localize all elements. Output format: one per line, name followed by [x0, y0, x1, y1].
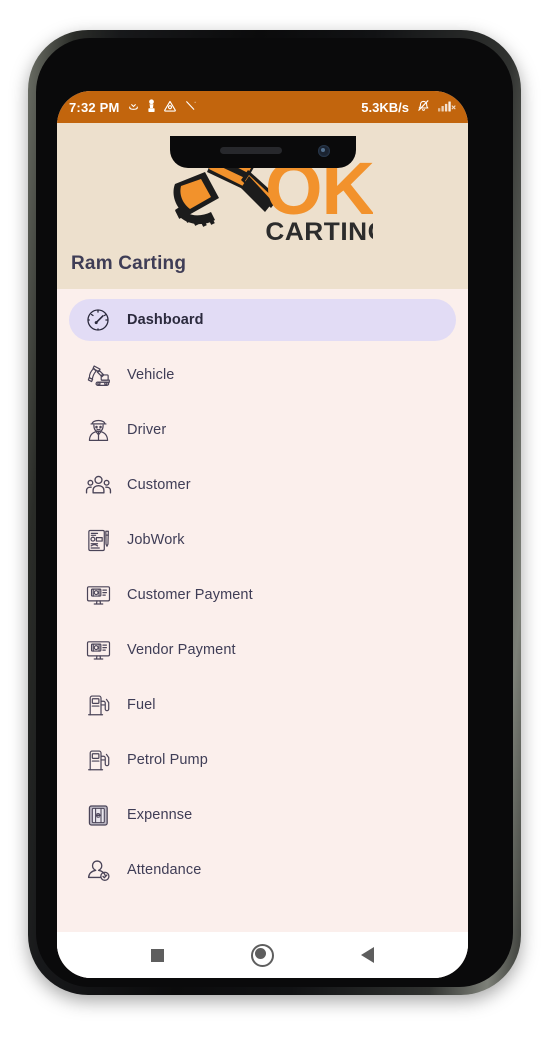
sidebar-item-driver[interactable]: Driver: [69, 409, 456, 451]
sidebar-item-label: Fuel: [127, 697, 156, 713]
clipboard-pen-icon: [83, 525, 113, 555]
fuel-pump-icon: [83, 690, 113, 720]
sidebar-item-vehicle[interactable]: Vehicle: [69, 354, 456, 396]
driver-person-icon: [83, 415, 113, 445]
status-bar-left: 7:32 PM: [69, 98, 197, 116]
sidebar-item-label: Vehicle: [127, 367, 175, 383]
download-icon: [127, 99, 140, 115]
status-bar-right: 5.3KB/s: [361, 98, 456, 116]
sidebar-item-label: Customer: [127, 477, 191, 493]
earpiece-speaker: [219, 147, 282, 154]
android-nav-bar: [57, 932, 468, 978]
sidebar-item-dashboard[interactable]: Dashboard: [69, 299, 456, 341]
sidebar-item-expennse[interactable]: Expennse: [69, 794, 456, 836]
sidebar-item-vendor-payment[interactable]: Vendor Payment: [69, 629, 456, 671]
people-group-icon: [83, 470, 113, 500]
front-camera: [317, 145, 330, 157]
sidebar-item-label: Expennse: [127, 807, 193, 823]
triangle-app-icon: [163, 99, 177, 116]
sidebar-item-jobwork[interactable]: JobWork: [69, 519, 456, 561]
status-bar: 7:32 PM 5.3KB/s: [57, 91, 468, 123]
svg-text:CARTING: CARTING: [265, 219, 373, 246]
network-speed: 5.3KB/s: [361, 99, 409, 115]
home-circle-icon[interactable]: [250, 942, 276, 968]
sidebar-item-label: JobWork: [127, 532, 185, 548]
monitor-money-icon: [83, 580, 113, 610]
phone-bezel: 7:32 PM 5.3KB/s OK CARTIN Ram Carting Da…: [36, 38, 513, 987]
sidebar-item-label: Vendor Payment: [127, 642, 236, 658]
sidebar-item-fuel[interactable]: Fuel: [69, 684, 456, 726]
fuel-pump-icon: [83, 745, 113, 775]
phone-screen: 7:32 PM 5.3KB/s OK CARTIN Ram Carting Da…: [57, 91, 468, 978]
sidebar-item-label: Driver: [127, 422, 167, 438]
brand-title: Ram Carting: [71, 253, 187, 274]
phone-frame: 7:32 PM 5.3KB/s OK CARTIN Ram Carting Da…: [28, 30, 521, 995]
monitor-money-icon: [83, 635, 113, 665]
mute-bell-icon: [416, 98, 431, 116]
sidebar-menu: Dashboard Vehicle Driver Customer JobWor…: [57, 289, 468, 978]
back-triangle-icon[interactable]: [355, 942, 381, 968]
phone-notch: [169, 136, 356, 168]
slash-icon: [184, 99, 197, 115]
sidebar-item-customer-payment[interactable]: Customer Payment: [69, 574, 456, 616]
recents-square-icon[interactable]: [145, 942, 171, 968]
ledger-book-icon: [83, 800, 113, 830]
sidebar-item-customer[interactable]: Customer: [69, 464, 456, 506]
sidebar-item-label: Attendance: [127, 862, 202, 878]
sidebar-item-attendance[interactable]: Attendance: [69, 849, 456, 891]
vault-icon: [147, 98, 156, 116]
excavator-icon: [83, 360, 113, 390]
speedometer-icon: [83, 305, 113, 335]
person-check-icon: [83, 855, 113, 885]
signal-bars-no-sim-icon: [438, 99, 456, 116]
sidebar-item-label: Dashboard: [127, 312, 204, 328]
sidebar-item-label: Customer Payment: [127, 587, 253, 603]
sidebar-item-label: Petrol Pump: [127, 752, 208, 768]
sidebar-item-petrol-pump[interactable]: Petrol Pump: [69, 739, 456, 781]
status-time: 7:32 PM: [69, 99, 120, 115]
